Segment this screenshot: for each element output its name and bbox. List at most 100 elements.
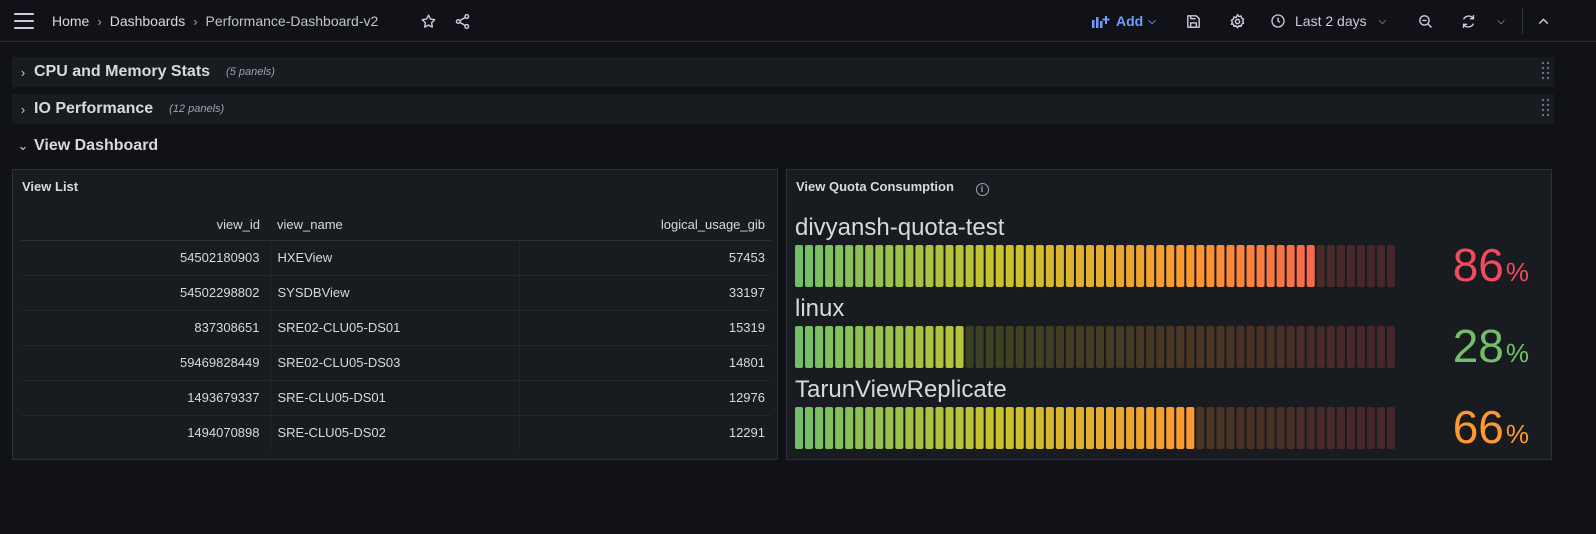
- gauge-cell-lit: [845, 326, 854, 368]
- table-row: 1493679337 SRE-CLU05-DS01 12976: [21, 380, 771, 416]
- chevron-right-icon[interactable]: ›: [12, 102, 34, 117]
- gauge-cell-unlit: [1055, 326, 1064, 368]
- gauge-cell-unlit: [1266, 326, 1275, 368]
- gauge-cell-unlit: [1296, 326, 1305, 368]
- chevron-up-icon[interactable]: [1532, 10, 1554, 32]
- refresh-icon[interactable]: [1457, 10, 1479, 32]
- gauge-cell-lit: [855, 407, 864, 449]
- gauge-cell-unlit: [1186, 326, 1195, 368]
- gauge-cell-unlit: [1126, 326, 1135, 368]
- breadcrumb-dashboards[interactable]: Dashboards: [110, 13, 186, 29]
- gauge-cell-unlit: [1256, 407, 1265, 449]
- gauge-cell-unlit: [1346, 326, 1355, 368]
- gauge-cell-lit: [815, 245, 824, 287]
- gauge-cell-lit: [915, 407, 924, 449]
- row-title[interactable]: View Dashboard: [34, 137, 158, 155]
- gauge-cell-lit: [945, 407, 954, 449]
- gauge-cell-lit: [955, 245, 964, 287]
- row-cpu-memory[interactable]: › CPU and Memory Stats (5 panels): [12, 57, 1554, 87]
- gauge-cell-unlit: [1316, 326, 1325, 368]
- panel-title[interactable]: View List: [22, 179, 78, 194]
- gauge-cell-unlit: [1246, 407, 1255, 449]
- gauge-cell-unlit: [1356, 326, 1365, 368]
- table-row: 54502180903 HXEView 57453: [21, 240, 771, 276]
- row-title[interactable]: IO Performance: [34, 100, 153, 118]
- breadcrumb-home[interactable]: Home: [52, 13, 89, 29]
- gauge-cell-unlit: [1075, 326, 1084, 368]
- gauge-value: 28%: [1453, 319, 1529, 373]
- gauge-cell-lit: [1045, 407, 1054, 449]
- gauge-cell-unlit: [1196, 326, 1205, 368]
- toolbar-divider: [1522, 8, 1523, 34]
- gauge-bar-svg: [795, 407, 1395, 449]
- gauge-unit: %: [1505, 257, 1529, 287]
- table-row: 1494070898 SRE-CLU05-DS02 12291: [21, 415, 771, 450]
- cell-view-name: SRE-CLU05-DS01: [270, 380, 520, 416]
- chevron-down-icon[interactable]: ⌄: [12, 138, 34, 154]
- gauge-cell-lit: [995, 407, 1004, 449]
- star-icon[interactable]: [417, 10, 439, 32]
- gauge-cell-lit: [1236, 245, 1245, 287]
- gauge-cell-lit: [1266, 245, 1275, 287]
- cell-logical-usage: 14801: [519, 345, 771, 381]
- gauge-cell-lit: [1146, 407, 1155, 449]
- row-title[interactable]: CPU and Memory Stats: [34, 63, 210, 81]
- gauge-cell-lit: [905, 326, 914, 368]
- gauge-cell-lit: [805, 407, 814, 449]
- cell-view-name: SRE02-CLU05-DS01: [270, 310, 520, 346]
- gauge-cell-unlit: [1366, 245, 1375, 287]
- gauge-cell-lit: [995, 245, 1004, 287]
- top-navbar: Home › Dashboards › Performance-Dashboar…: [0, 0, 1596, 42]
- gauge-bar-svg: [795, 245, 1395, 287]
- gauge-cell-lit: [1176, 407, 1185, 449]
- cell-view-id: 54502298802: [21, 275, 271, 311]
- info-icon[interactable]: i: [975, 183, 989, 196]
- menu-icon[interactable]: [14, 13, 34, 29]
- drag-handle-icon[interactable]: [1542, 99, 1550, 119]
- gauge-cell-lit: [935, 407, 944, 449]
- gauge-cell-lit: [1025, 407, 1034, 449]
- gear-icon[interactable]: [1226, 10, 1248, 32]
- table-row: 837308651 SRE02-CLU05-DS01 15319: [21, 310, 771, 346]
- gauge-cell-unlit: [1326, 245, 1335, 287]
- gauge-cell-lit: [1226, 245, 1235, 287]
- gauge-cell-unlit: [965, 326, 974, 368]
- gauge-cell-lit: [965, 245, 974, 287]
- gauge-cell-lit: [1085, 245, 1094, 287]
- breadcrumb: Home › Dashboards › Performance-Dashboar…: [52, 0, 378, 42]
- refresh-interval-chevron-icon[interactable]: ⌵: [1490, 10, 1512, 32]
- column-header-view-id[interactable]: view_id: [21, 209, 270, 241]
- gauge-cell-lit: [815, 407, 824, 449]
- column-header-logical-usage[interactable]: logical_usage_gib: [519, 209, 771, 241]
- share-icon[interactable]: [451, 10, 473, 32]
- save-icon[interactable]: [1182, 10, 1204, 32]
- cell-logical-usage: 33197: [519, 275, 771, 311]
- add-panel-icon: [1092, 16, 1110, 28]
- time-range-label: Last 2 days: [1295, 13, 1367, 29]
- drag-handle-icon[interactable]: [1542, 62, 1550, 82]
- gauge-cell-unlit: [1386, 407, 1395, 449]
- column-header-view-name[interactable]: view_name: [270, 209, 519, 241]
- cell-view-id: 1493679337: [21, 380, 271, 416]
- gauge-cell-lit: [965, 407, 974, 449]
- gauge-cell-lit: [895, 407, 904, 449]
- row-io-performance[interactable]: › IO Performance (12 panels): [12, 94, 1554, 124]
- gauge-cell-lit: [1166, 245, 1175, 287]
- gauge-cell-lit: [1045, 245, 1054, 287]
- cell-logical-usage: 12291: [728, 425, 765, 441]
- gauge-cell-lit: [865, 407, 874, 449]
- gauge-cell-unlit: [1306, 407, 1315, 449]
- gauge-cell-unlit: [1236, 326, 1245, 368]
- panel-title-text[interactable]: View Quota Consumption: [796, 179, 954, 194]
- gauge-cell-unlit: [1356, 245, 1365, 287]
- row-view-dashboard[interactable]: ⌄ View Dashboard: [12, 131, 1554, 161]
- gauge-cell-lit: [915, 326, 924, 368]
- chevron-right-icon[interactable]: ›: [12, 65, 34, 80]
- gauge-cell-unlit: [1226, 326, 1235, 368]
- view-quota-panel: View Quota Consumption i divyansh-quota-…: [786, 169, 1552, 460]
- gauge-cell-lit: [1126, 407, 1135, 449]
- add-button[interactable]: Add ⌵: [1092, 10, 1156, 32]
- gauge-bar: [795, 245, 1395, 287]
- time-range-picker[interactable]: Last 2 days ⌵: [1270, 10, 1386, 32]
- zoom-out-icon[interactable]: [1414, 10, 1436, 32]
